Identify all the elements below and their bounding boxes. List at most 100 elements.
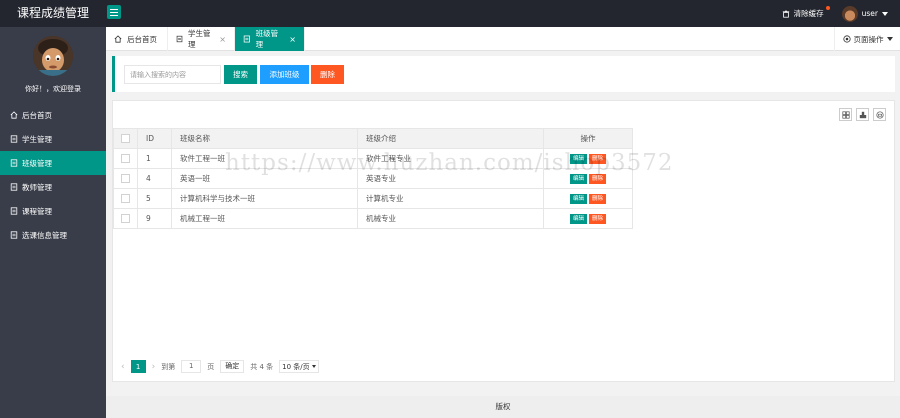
cell-name: 计算机科学与技术一班 [171,188,358,209]
user-label: user [861,9,878,18]
doc-icon [176,35,183,43]
cell-ops: 编辑 删除 [543,168,633,189]
user-menu[interactable]: user [841,5,888,22]
row-select-cell [113,148,138,169]
home-icon [9,111,18,120]
row-checkbox[interactable] [121,194,130,204]
print-button[interactable] [873,108,886,121]
add-class-button[interactable]: 添加班级 [260,65,309,84]
delete-button[interactable]: 删除 [589,194,607,204]
doc-icon [9,207,18,216]
batch-delete-button[interactable]: 删除 [311,65,344,84]
tab-classes[interactable]: 班级管理 × [235,27,305,51]
table-row: 4 英语一班 英语专业 编辑 删除 [113,168,633,189]
page-number-current[interactable]: 1 [130,360,146,373]
tab-bar: 后台首页 学生管理 × 班级管理 × 页面操作 [106,27,900,51]
column-header-name[interactable]: 班级名称 [171,128,358,149]
cell-intro: 计算机专业 [357,188,544,209]
search-panel: 搜索 添加班级 删除 [112,56,895,92]
doc-icon [243,35,250,43]
sidebar-item-students[interactable]: 学生管理 [0,127,106,151]
total-count-label: 共 4 条 [250,362,274,371]
prev-page-icon[interactable]: ‹ [121,362,125,372]
row-checkbox[interactable] [121,214,130,224]
sidebar-item-label: 学生管理 [22,134,52,144]
notification-dot [825,6,830,10]
row-checkbox[interactable] [121,174,130,184]
sidebar-item-teachers[interactable]: 教师管理 [0,175,106,199]
tab-label: 学生管理 [188,29,211,49]
doc-icon [9,231,18,240]
column-header-ops: 操作 [543,128,633,149]
cell-intro: 机械专业 [357,208,544,229]
user-avatar [841,5,858,22]
sidebar-item-label: 后台首页 [22,110,52,120]
column-header-id[interactable]: ID [137,128,172,149]
select-all-checkbox[interactable] [121,134,130,144]
next-page-icon[interactable]: › [152,362,156,372]
tab-students[interactable]: 学生管理 × [168,27,235,51]
edit-button[interactable]: 编辑 [569,154,587,164]
delete-button[interactable]: 删除 [589,154,607,164]
doc-icon [9,135,18,144]
grid-icon [841,110,850,119]
row-select-cell [113,168,138,189]
sidebar-item-courses[interactable]: 课程管理 [0,199,106,223]
edit-button[interactable]: 编辑 [569,174,587,184]
page-size-value: 10 条/页 [282,362,310,371]
export-button[interactable] [856,108,869,121]
top-header: 课程成绩管理 清除缓存 user [0,0,900,27]
search-input[interactable] [124,65,221,84]
class-table: ID 班级名称 班级介绍 操作 1 软件工程一班 软件工程专业 编辑 删除 4 英… [113,128,633,229]
sidebar-item-home[interactable]: 后台首页 [0,103,106,127]
goto-page-input[interactable]: 1 [181,360,202,373]
sidebar-item-label: 教师管理 [22,182,52,192]
home-icon [114,35,122,43]
menu-toggle-button[interactable] [107,5,121,19]
edit-button[interactable]: 编辑 [569,214,587,224]
delete-button[interactable]: 删除 [589,214,607,224]
clear-cache-label: 清除缓存 [793,9,824,18]
sidebar-item-classes[interactable]: 班级管理 [0,151,106,175]
search-button[interactable]: 搜索 [224,65,257,84]
chevron-down-icon [311,365,316,368]
table-row: 1 软件工程一班 软件工程专业 编辑 删除 [113,148,633,169]
welcome-text: 你好！，欢迎登录 [25,85,81,93]
column-header-intro[interactable]: 班级介绍 [357,128,544,149]
cell-name: 软件工程一班 [171,148,358,169]
sidebar-item-label: 课程管理 [22,206,52,216]
goto-label: 到第 [161,362,176,371]
circle-dot-icon [842,35,851,43]
page-size-select[interactable]: 10 条/页 [279,360,319,373]
page-unit-label: 页 [207,362,215,371]
sidebar: 你好！，欢迎登录 后台首页 学生管理 班级管理 教师管理 课程管理 选课信息管理 [0,27,106,418]
goto-confirm-button[interactable]: 确定 [220,360,245,373]
columns-filter-button[interactable] [839,108,852,121]
sidebar-item-label: 选课信息管理 [22,230,67,240]
doc-icon [9,183,18,192]
avatar [33,36,73,76]
sidebar-item-label: 班级管理 [22,158,52,168]
row-checkbox[interactable] [121,154,130,164]
footer-copyright: 版权 [106,396,900,418]
clear-cache-button[interactable]: 清除缓存 [782,6,830,19]
edit-button[interactable]: 编辑 [569,194,587,204]
sidebar-nav: 后台首页 学生管理 班级管理 教师管理 课程管理 选课信息管理 [0,103,106,247]
export-icon [859,111,866,118]
tab-home[interactable]: 后台首页 [106,27,168,51]
table-header-row: ID 班级名称 班级介绍 操作 [113,128,633,149]
row-select-cell [113,188,138,209]
cell-id: 1 [137,148,172,169]
delete-button[interactable]: 删除 [589,174,607,184]
page-operations-label: 页面操作 [853,34,884,44]
page-operations-menu[interactable]: 页面操作 [834,27,900,51]
pagination: ‹ 1 › 到第 1 页 确定 共 4 条 10 条/页 [121,360,319,373]
cell-id: 4 [137,168,172,189]
close-icon[interactable]: × [219,35,226,44]
cell-id: 9 [137,208,172,229]
close-icon[interactable]: × [289,35,296,44]
table-toolbar [839,108,886,121]
chevron-down-icon [882,11,888,16]
sidebar-item-enrollment[interactable]: 选课信息管理 [0,223,106,247]
header-actions: 清除缓存 user [782,0,888,27]
